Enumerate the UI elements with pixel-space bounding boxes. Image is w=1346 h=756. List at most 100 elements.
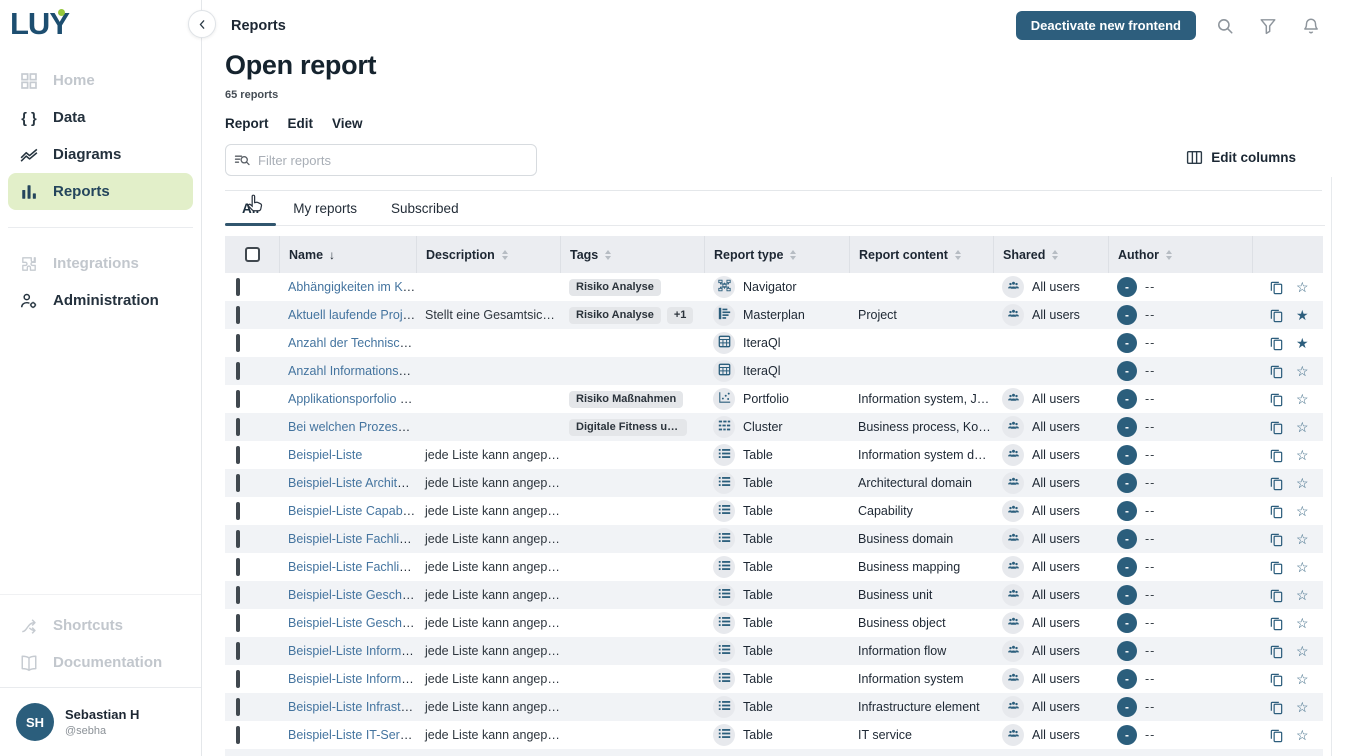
report-name-link[interactable]: Abhängigkeiten im Kon… [288, 280, 416, 294]
report-name-link[interactable]: Beispiel-Liste IT-Servic… [288, 728, 416, 742]
copy-report-button[interactable] [1269, 700, 1284, 715]
tag-pill[interactable]: Risiko Analyse [569, 279, 661, 296]
favorite-star-button[interactable]: ☆ [1296, 532, 1309, 546]
row-checkbox[interactable] [236, 642, 240, 660]
copy-report-button[interactable] [1269, 280, 1284, 295]
favorite-star-button[interactable]: ☆ [1296, 672, 1309, 686]
copy-report-button[interactable] [1269, 476, 1284, 491]
favorite-star-button[interactable]: ☆ [1296, 476, 1309, 490]
menu-item-view[interactable]: View [332, 116, 363, 131]
favorite-star-button[interactable]: ☆ [1296, 728, 1309, 742]
copy-report-button[interactable] [1269, 448, 1284, 463]
copy-report-button[interactable] [1269, 532, 1284, 547]
filter-icon[interactable] [1259, 17, 1277, 35]
report-name-link[interactable]: Beispiel-Liste Capability [288, 504, 416, 518]
row-checkbox[interactable] [236, 334, 240, 352]
menu-item-edit[interactable]: Edit [288, 116, 314, 131]
tab-subscribed[interactable]: Subscribed [374, 191, 476, 225]
search-icon[interactable] [1216, 17, 1234, 35]
column-header-tags[interactable]: Tags [560, 236, 704, 273]
copy-report-button[interactable] [1269, 616, 1284, 631]
report-name-link[interactable]: Beispiel-Liste Geschäft… [288, 616, 416, 630]
sidebar-item-data[interactable]: { }Data [0, 99, 201, 136]
row-checkbox[interactable] [236, 474, 240, 492]
report-name-link[interactable]: Beispiel-Liste Fachlich… [288, 560, 416, 574]
tag-pill[interactable]: +1 [667, 307, 694, 324]
report-name-link[interactable]: Beispiel-Liste Geschäft… [288, 588, 416, 602]
tab-all[interactable]: All [225, 191, 276, 225]
copy-report-button[interactable] [1269, 588, 1284, 603]
copy-report-button[interactable] [1269, 644, 1284, 659]
favorite-star-button[interactable]: ☆ [1296, 616, 1309, 630]
report-name-link[interactable]: Beispiel-Liste Fachlich… [288, 532, 416, 546]
copy-report-button[interactable] [1269, 504, 1284, 519]
row-checkbox[interactable] [236, 502, 240, 520]
copy-report-button[interactable] [1269, 560, 1284, 575]
favorite-star-button[interactable]: ☆ [1296, 448, 1309, 462]
row-checkbox[interactable] [236, 390, 240, 408]
favorite-star-button[interactable]: ☆ [1296, 588, 1309, 602]
column-header-report-content[interactable]: Report content [849, 236, 993, 273]
tab-my-reports[interactable]: My reports [276, 191, 374, 225]
sidebar-item-integrations[interactable]: Integrations [0, 245, 201, 282]
favorite-star-button[interactable]: ☆ [1296, 560, 1309, 574]
report-name-link[interactable]: Applikationsporfolio Ü… [288, 392, 416, 406]
notifications-bell-icon[interactable] [1302, 17, 1320, 35]
favorite-star-button[interactable]: ☆ [1296, 280, 1309, 294]
row-checkbox[interactable] [236, 726, 240, 744]
copy-report-button[interactable] [1269, 672, 1284, 687]
edit-columns-button[interactable]: Edit columns [1186, 149, 1296, 166]
column-header-author[interactable]: Author [1108, 236, 1252, 273]
report-name-link[interactable]: Anzahl der Technische… [288, 336, 416, 350]
report-name-link[interactable]: Beispiel-Liste Infrastru… [288, 700, 416, 714]
column-header-description[interactable]: Description [416, 236, 560, 273]
select-all-checkbox[interactable] [245, 247, 260, 262]
sidebar-item-shortcuts[interactable]: Shortcuts [0, 607, 201, 644]
row-checkbox[interactable] [236, 586, 240, 604]
row-checkbox[interactable] [236, 446, 240, 464]
sidebar-item-administration[interactable]: Administration [0, 282, 201, 319]
copy-report-button[interactable] [1269, 364, 1284, 379]
user-profile[interactable]: SH Sebastian H @sebha [0, 687, 201, 756]
copy-report-button[interactable] [1269, 336, 1284, 351]
copy-report-button[interactable] [1269, 728, 1284, 743]
copy-report-button[interactable] [1269, 420, 1284, 435]
sidebar-collapse-button[interactable] [188, 10, 216, 38]
filter-reports-input[interactable] [225, 144, 537, 176]
row-checkbox[interactable] [236, 614, 240, 632]
tag-pill[interactable]: Digitale Fitness und Tr… [569, 419, 687, 436]
column-header-name[interactable]: Name↓ [279, 236, 416, 273]
column-header-report-type[interactable]: Report type [704, 236, 849, 273]
scrollbar-track[interactable] [1331, 177, 1332, 756]
luy-logo[interactable]: LUY [0, 0, 201, 46]
sidebar-item-documentation[interactable]: Documentation [0, 644, 201, 681]
report-name-link[interactable]: Bei welchen Prozessen… [288, 420, 416, 434]
row-checkbox[interactable] [236, 306, 240, 324]
row-checkbox[interactable] [236, 558, 240, 576]
row-checkbox[interactable] [236, 698, 240, 716]
row-checkbox[interactable] [236, 278, 240, 296]
favorite-star-button[interactable]: ★ [1296, 336, 1309, 350]
favorite-star-button[interactable]: ☆ [1296, 364, 1309, 378]
favorite-star-button[interactable]: ☆ [1296, 504, 1309, 518]
copy-report-button[interactable] [1269, 392, 1284, 407]
favorite-star-button[interactable]: ☆ [1296, 420, 1309, 434]
tag-pill[interactable]: Risiko Analyse [569, 307, 661, 324]
report-name-link[interactable]: Beispiel-Liste Informati… [288, 672, 416, 686]
favorite-star-button[interactable]: ☆ [1296, 700, 1309, 714]
sidebar-item-reports[interactable]: Reports [8, 173, 193, 210]
menu-item-report[interactable]: Report [225, 116, 269, 131]
sidebar-item-diagrams[interactable]: Diagrams [0, 136, 201, 173]
report-name-link[interactable]: Beispiel-Liste Architekt… [288, 476, 416, 490]
row-checkbox[interactable] [236, 530, 240, 548]
sidebar-item-home[interactable]: Home [0, 62, 201, 99]
favorite-star-button[interactable]: ★ [1296, 308, 1309, 322]
tag-pill[interactable]: Risiko Maßnahmen [569, 391, 683, 408]
favorite-star-button[interactable]: ☆ [1296, 644, 1309, 658]
report-name-link[interactable]: Beispiel-Liste Informati… [288, 644, 416, 658]
report-name-link[interactable]: Aktuell laufende Projek… [288, 308, 416, 322]
row-checkbox[interactable] [236, 670, 240, 688]
report-name-link[interactable]: Beispiel-Liste [288, 448, 362, 462]
report-name-link[interactable]: Anzahl Informationssy… [288, 364, 416, 378]
row-checkbox[interactable] [236, 418, 240, 436]
